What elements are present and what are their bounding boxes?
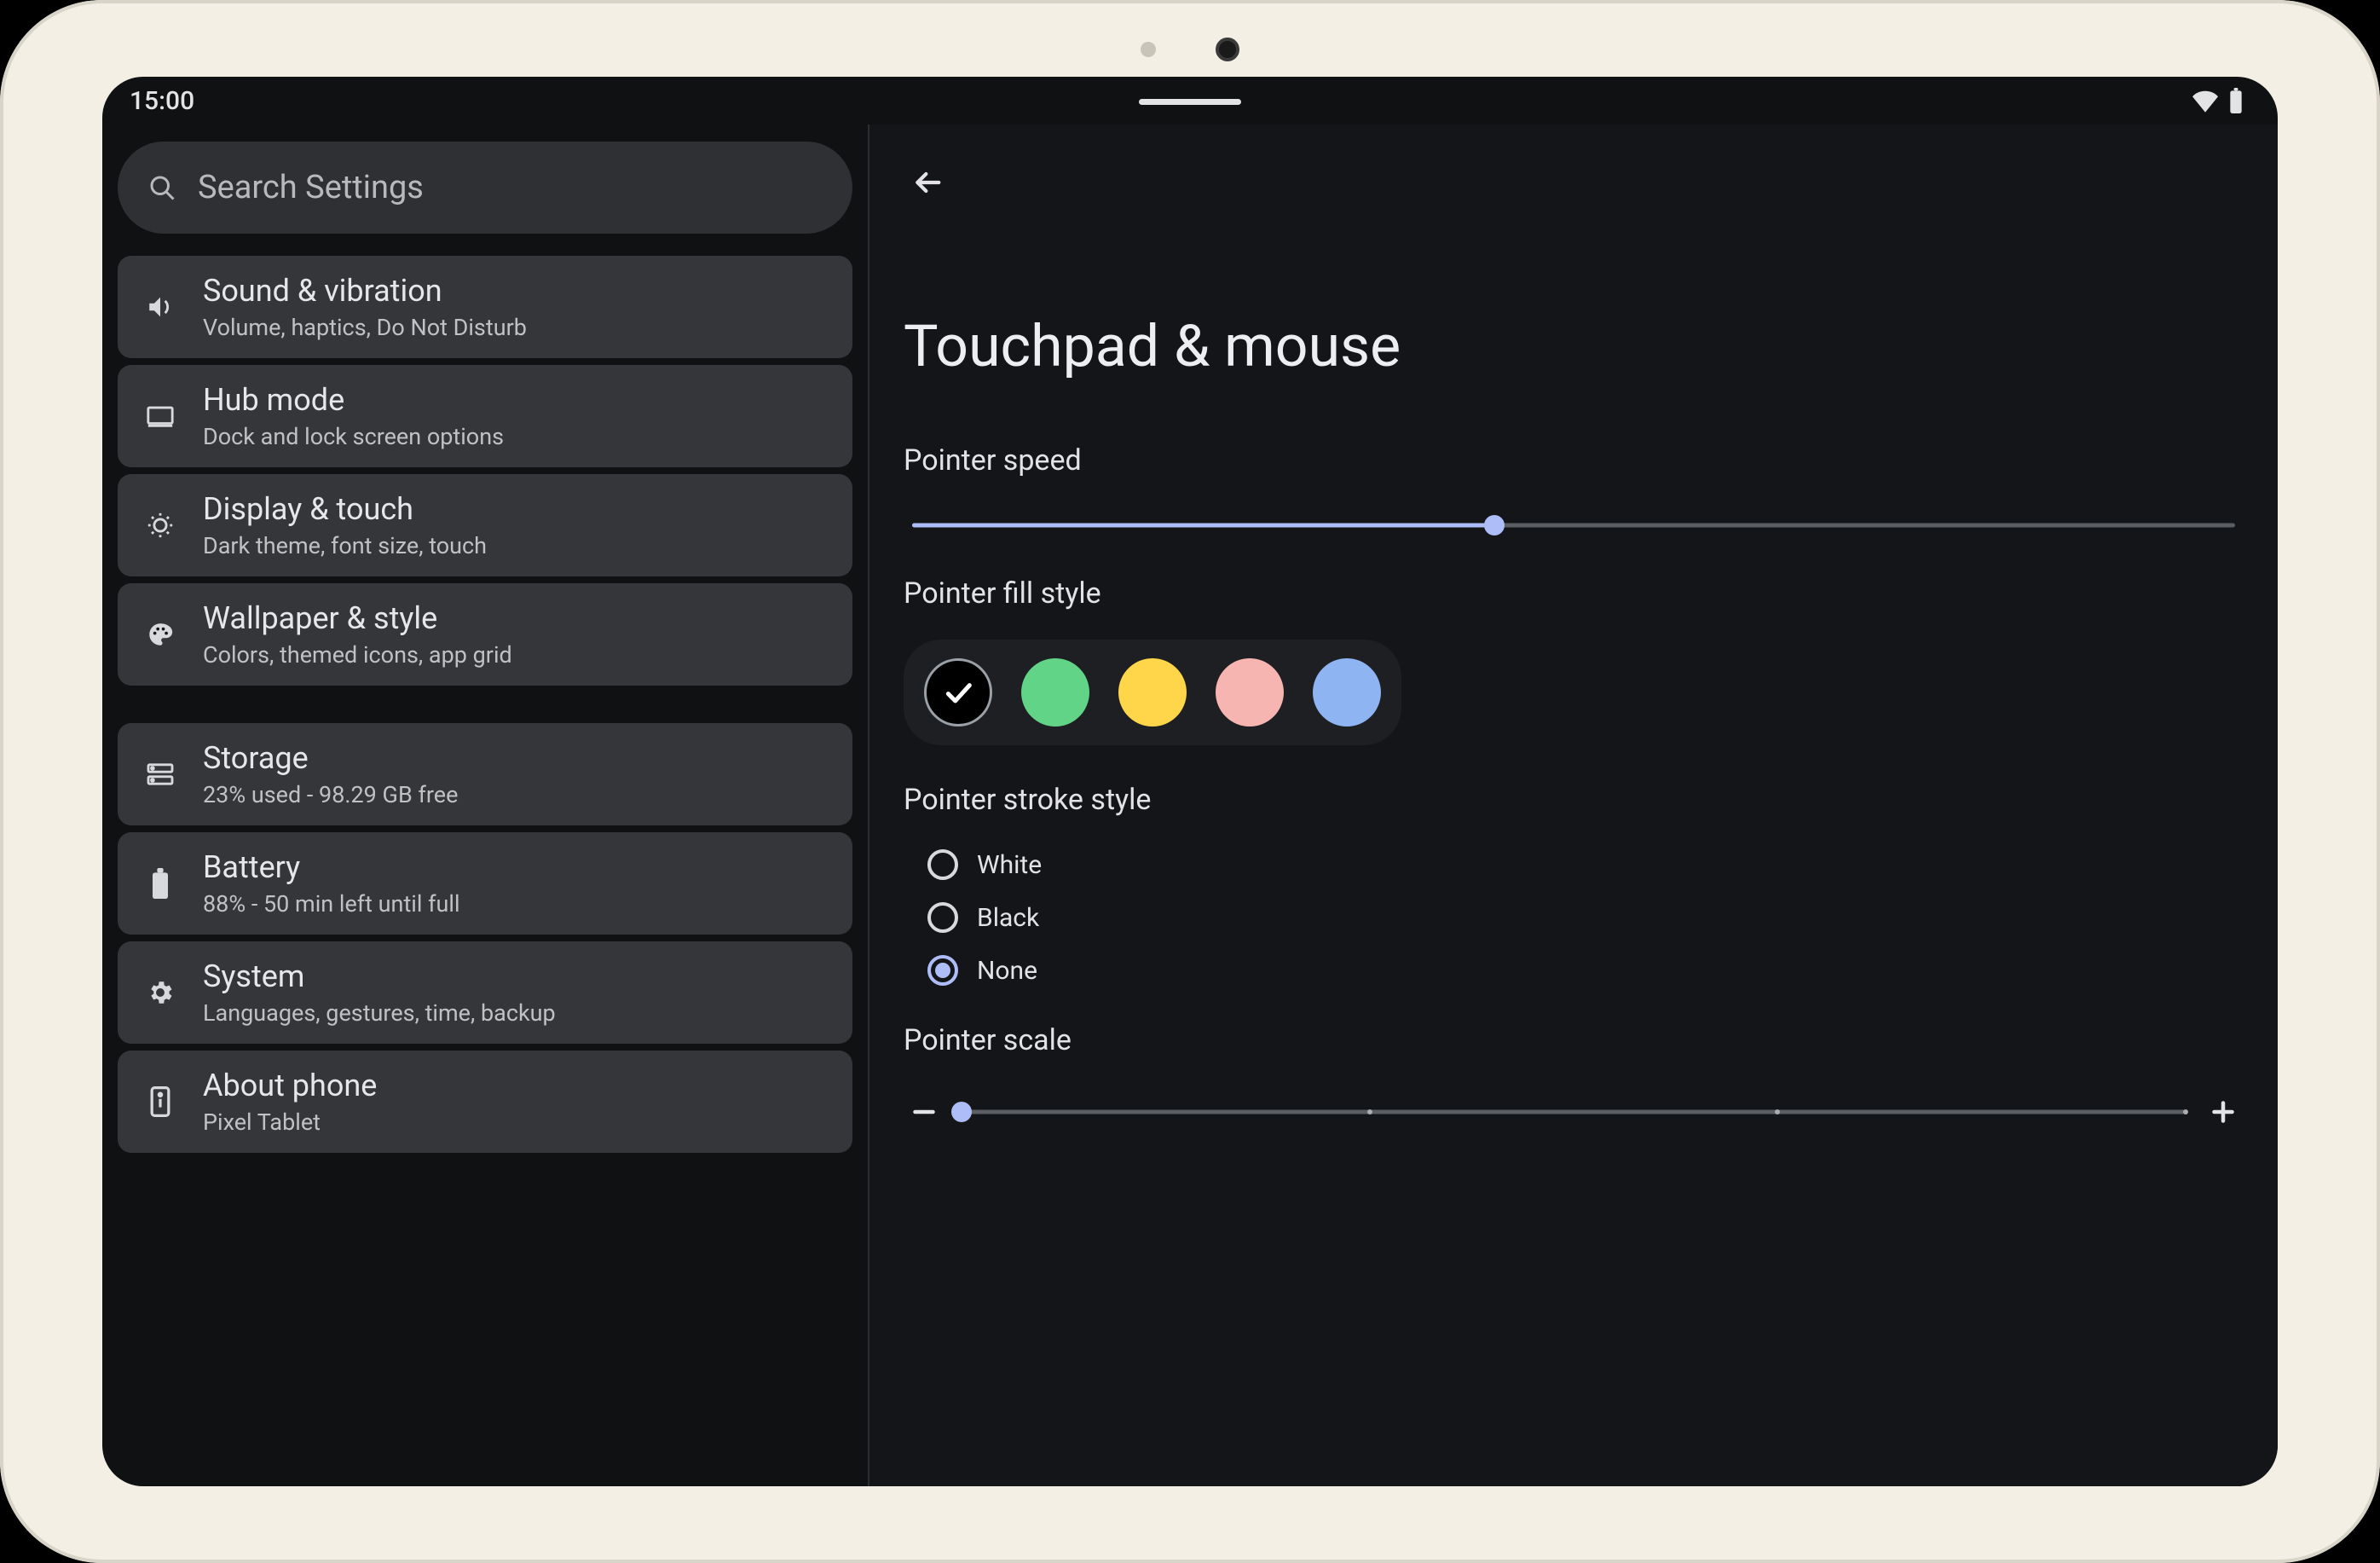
sidebar-item-about[interactable]: About phone Pixel Tablet <box>118 1051 852 1153</box>
palette-icon <box>142 620 179 649</box>
battery-icon <box>2228 88 2244 113</box>
sidebar-item-title: Sound & vibration <box>203 273 527 309</box>
scale-decrease-button[interactable] <box>904 1091 944 1132</box>
stroke-option-label: White <box>977 850 1042 880</box>
fill-color-swatch[interactable] <box>924 658 992 727</box>
sidebar-item-storage[interactable]: Storage 23% used - 98.29 GB free <box>118 723 852 825</box>
search-placeholder: Search Settings <box>198 169 424 206</box>
brightness-icon <box>142 511 179 540</box>
wifi-icon <box>2192 88 2218 113</box>
storage-icon <box>142 762 179 786</box>
pointer-fill-swatches <box>904 640 1401 745</box>
sidebar-item-battery[interactable]: Battery 88% - 50 min left until full <box>118 832 852 935</box>
sidebar-item-hub[interactable]: Hub mode Dock and lock screen options <box>118 365 852 467</box>
fill-color-swatch[interactable] <box>1216 658 1284 727</box>
drag-handle[interactable] <box>1139 99 1241 105</box>
volume-icon <box>142 292 179 321</box>
sidebar-item-sub: 23% used - 98.29 GB free <box>203 781 458 808</box>
sidebar-item-sub: Dock and lock screen options <box>203 423 504 450</box>
pointer-stroke-label: Pointer stroke style <box>904 783 2244 817</box>
sidebar-item-sound[interactable]: Sound & vibration Volume, haptics, Do No… <box>118 256 852 358</box>
scale-thumb[interactable] <box>951 1102 972 1122</box>
scale-tick <box>1775 1109 1780 1114</box>
sidebar-item-title: Wallpaper & style <box>203 600 512 636</box>
phone-info-icon <box>142 1086 179 1117</box>
clock: 15:00 <box>130 86 194 116</box>
scale-increase-button[interactable] <box>2203 1091 2244 1132</box>
fill-color-swatch[interactable] <box>1021 658 1089 727</box>
sidebar-item-wallpaper[interactable]: Wallpaper & style Colors, themed icons, … <box>118 583 852 686</box>
scale-tick <box>1367 1109 1372 1114</box>
sidebar-item-display[interactable]: Display & touch Dark theme, font size, t… <box>118 474 852 576</box>
stroke-option[interactable]: None <box>927 955 2244 986</box>
page-title: Touchpad & mouse <box>904 312 2244 380</box>
sidebar-item-title: System <box>203 958 556 994</box>
stroke-option[interactable]: Black <box>927 902 2244 933</box>
sidebar-item-sub: 88% - 50 min left until full <box>203 890 460 918</box>
sidebar-item-sub: Colors, themed icons, app grid <box>203 641 512 669</box>
sidebar-item-title: About phone <box>203 1068 377 1103</box>
search-icon <box>147 172 177 203</box>
sidebar-item-title: Battery <box>203 849 460 885</box>
sidebar-item-title: Hub mode <box>203 382 504 418</box>
search-input[interactable]: Search Settings <box>118 142 852 234</box>
scale-tick <box>2183 1109 2188 1114</box>
stroke-option-label: Black <box>977 903 1039 933</box>
sidebar-item-sub: Languages, gestures, time, backup <box>203 999 556 1027</box>
fill-color-swatch[interactable] <box>1118 658 1187 727</box>
radio-icon <box>927 849 958 880</box>
radio-icon <box>927 902 958 933</box>
pointer-scale-slider[interactable] <box>962 1098 2186 1126</box>
sidebar-item-system[interactable]: System Languages, gestures, time, backup <box>118 941 852 1044</box>
sidebar-item-sub: Dark theme, font size, touch <box>203 532 487 559</box>
sidebar-item-sub: Volume, haptics, Do Not Disturb <box>203 314 527 341</box>
battery-icon <box>142 868 179 899</box>
sidebar-item-sub: Pixel Tablet <box>203 1109 377 1136</box>
fill-color-swatch[interactable] <box>1313 658 1381 727</box>
radio-icon <box>927 955 958 986</box>
front-camera <box>1216 38 1239 61</box>
stroke-option-label: None <box>977 956 1037 986</box>
gear-icon <box>142 978 179 1007</box>
back-button[interactable] <box>904 159 951 206</box>
sidebar-item-title: Storage <box>203 740 458 776</box>
pointer-scale-label: Pointer scale <box>904 1023 2244 1057</box>
pointer-fill-label: Pointer fill style <box>904 576 2244 611</box>
dock-icon <box>142 404 179 428</box>
stroke-option[interactable]: White <box>927 849 2244 880</box>
sidebar-item-title: Display & touch <box>203 491 487 527</box>
pointer-speed-label: Pointer speed <box>904 443 2244 478</box>
ambient-sensor <box>1141 42 1156 57</box>
pointer-speed-slider[interactable] <box>904 512 2244 539</box>
